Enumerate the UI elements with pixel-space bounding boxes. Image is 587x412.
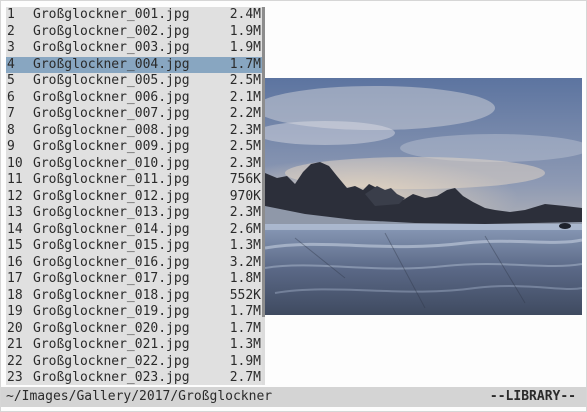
current-path: ~/Images/Gallery/2017/Großglockner xyxy=(6,389,273,404)
file-size: 2.6M xyxy=(229,221,261,237)
file-name: Großglockner_015.jpg xyxy=(33,238,190,253)
file-size: 1.9M xyxy=(229,23,261,39)
file-row[interactable]: 5 Großglockner_005.jpg 2.5M xyxy=(6,73,262,90)
file-row[interactable]: 10 Großglockner_010.jpg 2.3M xyxy=(6,156,262,173)
row-number: 21 xyxy=(7,337,23,352)
file-row[interactable]: 23 Großglockner_023.jpg 2.7M xyxy=(6,370,262,385)
file-size: 1.7M xyxy=(229,320,261,336)
row-number: 17 xyxy=(7,271,23,286)
file-row[interactable]: 21 Großglockner_021.jpg 1.3M xyxy=(6,337,262,354)
row-number: 20 xyxy=(7,320,23,336)
file-row[interactable]: 15 Großglockner_015.jpg 1.3M xyxy=(6,238,262,255)
file-row[interactable]: 6 Großglockner_006.jpg 2.1M xyxy=(6,90,262,107)
row-number: 9 xyxy=(7,139,15,154)
file-name: Großglockner_019.jpg xyxy=(33,304,190,319)
row-number: 23 xyxy=(7,370,23,385)
file-size: 2.5M xyxy=(229,73,261,88)
row-number: 2 xyxy=(7,23,15,39)
file-name: Großglockner_005.jpg xyxy=(33,73,190,88)
file-size: 3.2M xyxy=(229,254,261,270)
file-row[interactable]: 9 Großglockner_009.jpg 2.5M xyxy=(6,139,262,156)
file-row[interactable]: 7 Großglockner_007.jpg 2.2M xyxy=(6,106,262,123)
file-list[interactable]: 1 Großglockner_001.jpg 2.4M 2 Großglockner_0… xyxy=(6,7,262,385)
mode-indicator: --LIBRARY-- xyxy=(489,389,576,404)
file-name: Großglockner_023.jpg xyxy=(33,370,190,385)
row-number: 4 xyxy=(7,56,15,72)
file-name: Großglockner_016.jpg xyxy=(33,254,190,270)
file-row[interactable]: 3 Großglockner_003.jpg 1.9M xyxy=(6,40,262,57)
file-row[interactable]: 1 Großglockner_001.jpg 2.4M xyxy=(6,7,262,24)
row-number: 3 xyxy=(7,40,15,55)
row-number: 10 xyxy=(7,155,23,171)
file-row[interactable]: 17 Großglockner_017.jpg 1.8M xyxy=(6,271,262,288)
file-name: Großglockner_008.jpg xyxy=(33,122,190,138)
file-size: 1.7M xyxy=(229,56,261,72)
row-number: 11 xyxy=(7,172,23,187)
row-number: 16 xyxy=(7,254,23,270)
row-number: 15 xyxy=(7,238,23,253)
file-name: Großglockner_013.jpg xyxy=(33,205,190,220)
file-size: 1.3M xyxy=(229,337,261,352)
file-size: 2.1M xyxy=(229,89,261,105)
file-row[interactable]: 12 Großglockner_012.jpg 970K xyxy=(6,189,262,206)
file-size: 2.7M xyxy=(229,370,261,385)
row-number: 19 xyxy=(7,304,23,319)
file-row[interactable]: 19 Großglockner_019.jpg 1.7M xyxy=(6,304,262,321)
file-row-selected[interactable]: 4 Großglockner_004.jpg 1.7M xyxy=(6,56,262,73)
file-name: Großglockner_010.jpg xyxy=(33,155,190,171)
row-number: 5 xyxy=(7,73,15,88)
file-row[interactable]: 8 Großglockner_008.jpg 2.3M xyxy=(6,123,262,140)
row-number: 13 xyxy=(7,205,23,220)
file-name: Großglockner_018.jpg xyxy=(33,287,190,303)
status-bar: ~/Images/Gallery/2017/Großglockner --LIB… xyxy=(1,387,586,407)
file-name: Großglockner_003.jpg xyxy=(33,40,190,55)
file-size: 1.8M xyxy=(229,271,261,286)
file-name: Großglockner_020.jpg xyxy=(33,320,190,336)
file-size: 1.9M xyxy=(229,40,261,55)
row-number: 1 xyxy=(7,7,15,22)
file-row[interactable]: 14 Großglockner_014.jpg 2.6M xyxy=(6,222,262,239)
file-name: Großglockner_001.jpg xyxy=(33,7,190,22)
file-size: 970K xyxy=(229,188,261,204)
file-size: 2.3M xyxy=(229,122,261,138)
file-row[interactable]: 13 Großglockner_013.jpg 2.3M xyxy=(6,205,262,222)
file-name: Großglockner_002.jpg xyxy=(33,23,190,39)
file-row[interactable]: 11 Großglockner_011.jpg 756K xyxy=(6,172,262,189)
file-size: 2.3M xyxy=(229,155,261,171)
file-size: 2.2M xyxy=(229,106,261,121)
file-name: Großglockner_006.jpg xyxy=(33,89,190,105)
file-name: Großglockner_011.jpg xyxy=(33,172,190,187)
file-name: Großglockner_012.jpg xyxy=(33,188,190,204)
file-row[interactable]: 18 Großglockner_018.jpg 552K xyxy=(6,288,262,305)
file-size: 1.9M xyxy=(229,353,261,369)
file-size: 1.7M xyxy=(229,304,261,319)
file-size: 2.3M xyxy=(229,205,261,220)
file-size: 756K xyxy=(229,172,261,187)
image-browser-window: 1 Großglockner_001.jpg 2.4M 2 Großglockner_0… xyxy=(0,0,587,412)
image-preview xyxy=(265,78,582,315)
file-size: 2.4M xyxy=(229,7,261,22)
file-size: 2.5M xyxy=(229,139,261,154)
row-number: 8 xyxy=(7,122,15,138)
file-name: Großglockner_004.jpg xyxy=(33,56,190,72)
file-name: Großglockner_022.jpg xyxy=(33,353,190,369)
row-number: 18 xyxy=(7,287,23,303)
row-number: 12 xyxy=(7,188,23,204)
row-number: 14 xyxy=(7,221,23,237)
row-number: 22 xyxy=(7,353,23,369)
mountain-landscape-photo xyxy=(265,78,582,315)
file-size: 552K xyxy=(229,287,261,303)
file-row[interactable]: 22 Großglockner_022.jpg 1.9M xyxy=(6,354,262,371)
row-number: 7 xyxy=(7,106,15,121)
file-row[interactable]: 20 Großglockner_020.jpg 1.7M xyxy=(6,321,262,338)
file-name: Großglockner_021.jpg xyxy=(33,337,190,352)
file-row[interactable]: 2 Großglockner_002.jpg 1.9M xyxy=(6,24,262,41)
file-row[interactable]: 16 Großglockner_016.jpg 3.2M xyxy=(6,255,262,272)
row-number: 6 xyxy=(7,89,15,105)
file-name: Großglockner_017.jpg xyxy=(33,271,190,286)
file-name: Großglockner_009.jpg xyxy=(33,139,190,154)
file-size: 1.3M xyxy=(229,238,261,253)
file-name: Großglockner_007.jpg xyxy=(33,106,190,121)
file-name: Großglockner_014.jpg xyxy=(33,221,190,237)
